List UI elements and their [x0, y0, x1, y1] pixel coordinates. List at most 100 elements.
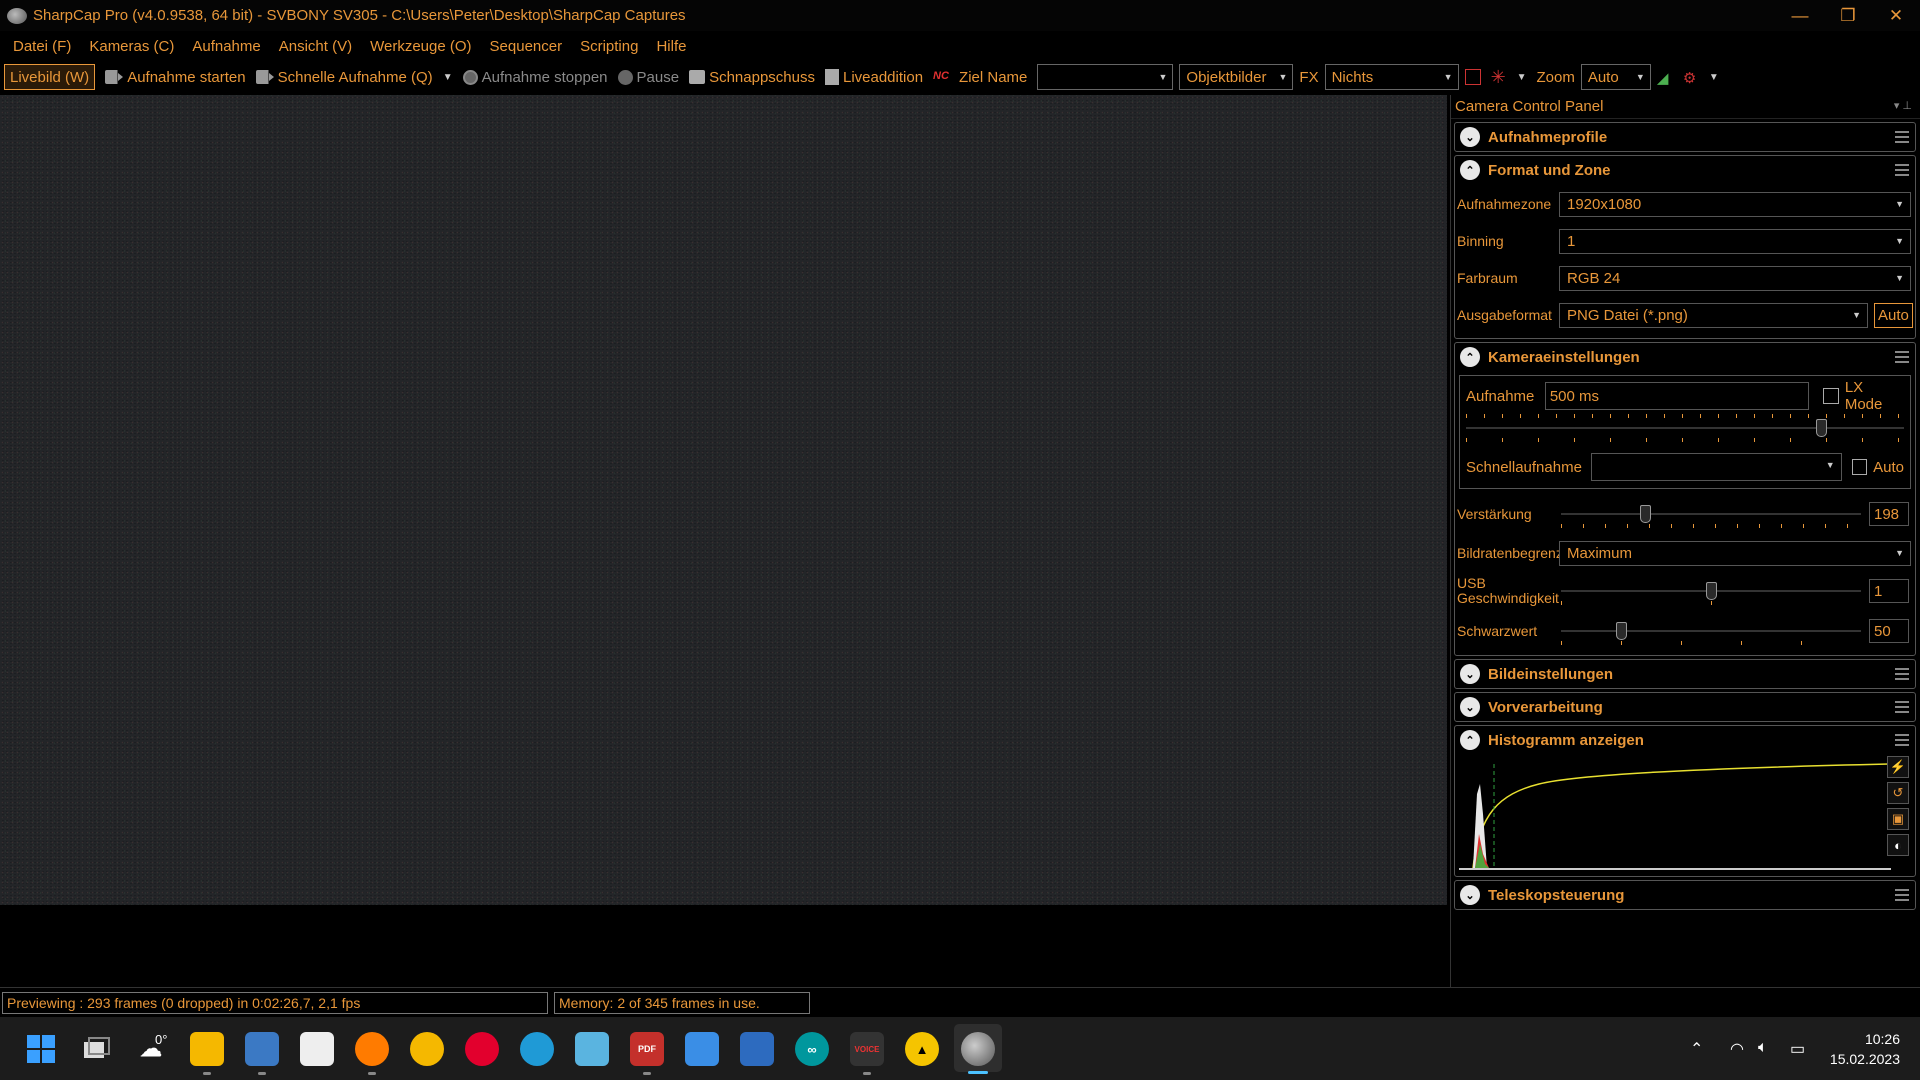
- usb-speed-value[interactable]: 1: [1869, 579, 1909, 603]
- contrast-icon[interactable]: ◐: [1887, 834, 1909, 856]
- live-stack-button[interactable]: Liveaddition: [824, 64, 923, 90]
- menu-help[interactable]: Hilfe: [647, 38, 695, 55]
- black-level-slider-thumb[interactable]: [1616, 622, 1627, 640]
- chevron-down-icon[interactable]: ▼: [443, 72, 453, 83]
- gain-value[interactable]: 198: [1869, 502, 1909, 526]
- pin-icon[interactable]: ▾ ⊥: [1894, 99, 1912, 112]
- histogram-view[interactable]: ⚡ ↺ ▣ ◐: [1459, 754, 1911, 872]
- colorspace-dropdown[interactable]: RGB 24 ▼: [1559, 266, 1911, 291]
- battery-icon[interactable]: ▭: [1790, 1039, 1805, 1059]
- windows-start-icon[interactable]: [24, 1032, 58, 1066]
- hamburger-menu-icon[interactable]: [1895, 131, 1909, 143]
- expand-icon[interactable]: ⌄: [1460, 664, 1480, 684]
- arduino-icon[interactable]: ∞: [795, 1032, 829, 1066]
- hamburger-menu-icon[interactable]: [1895, 668, 1909, 680]
- target-name-button[interactable]: NC Ziel Name: [933, 64, 1027, 90]
- chevron-up-icon[interactable]: ⌃: [1690, 1039, 1703, 1059]
- minimize-button[interactable]: —: [1776, 0, 1824, 31]
- usb-speed-slider-thumb[interactable]: [1706, 582, 1717, 600]
- output-auto-button[interactable]: Auto: [1874, 303, 1913, 328]
- selection-area-icon[interactable]: [1464, 69, 1481, 85]
- exposure-slider-thumb[interactable]: [1815, 419, 1827, 437]
- firefox-icon[interactable]: [355, 1032, 389, 1066]
- live-view-button[interactable]: Livebild (W): [4, 64, 96, 90]
- collapse-icon[interactable]: ⌃: [1460, 347, 1480, 367]
- expand-icon[interactable]: ⌄: [1460, 697, 1480, 717]
- section-header[interactable]: ⌄ Vorverarbeitung: [1455, 693, 1915, 721]
- menu-scripting[interactable]: Scripting: [571, 38, 647, 55]
- crosshair-icon[interactable]: ✳: [1491, 68, 1507, 86]
- remote-desktop-icon[interactable]: [740, 1032, 774, 1066]
- chevron-down-icon[interactable]: ▼: [1517, 72, 1527, 83]
- object-images-dropdown[interactable]: Objektbilder ▼: [1179, 64, 1294, 90]
- framerate-dropdown[interactable]: Maximum ▼: [1559, 540, 1911, 566]
- section-header[interactable]: ⌄ Bildeinstellungen: [1455, 660, 1915, 688]
- speaker-icon[interactable]: 🔈︎: [1758, 1039, 1768, 1057]
- reset-icon[interactable]: ↺: [1887, 782, 1909, 804]
- restore-button[interactable]: ❐: [1824, 0, 1872, 31]
- menu-view[interactable]: Ansicht (V): [270, 38, 361, 55]
- menu-cameras[interactable]: Kameras (C): [80, 38, 183, 55]
- pause-button[interactable]: Pause: [617, 64, 679, 90]
- gain-slider[interactable]: [1561, 504, 1861, 528]
- hamburger-menu-icon[interactable]: [1895, 701, 1909, 713]
- hamburger-menu-icon[interactable]: [1895, 734, 1909, 746]
- black-level-value[interactable]: 50: [1869, 619, 1909, 643]
- fx-dropdown[interactable]: Nichts ▼: [1324, 64, 1459, 90]
- collapse-icon[interactable]: ⌃: [1460, 160, 1480, 180]
- app-icon[interactable]: [575, 1032, 609, 1066]
- hamburger-menu-icon[interactable]: [1895, 889, 1909, 901]
- opera-icon[interactable]: [465, 1032, 499, 1066]
- chevron-down-icon[interactable]: ▼: [1709, 72, 1719, 83]
- task-view-icon[interactable]: [80, 1032, 114, 1066]
- sharpcap-taskbar-icon[interactable]: [961, 1032, 995, 1066]
- edge-icon[interactable]: [520, 1032, 554, 1066]
- menu-capture[interactable]: Aufnahme: [183, 38, 269, 55]
- voicemeeter-icon[interactable]: VOICE: [850, 1032, 884, 1066]
- gain-slider-thumb[interactable]: [1640, 505, 1651, 523]
- lx-mode-checkbox[interactable]: [1823, 388, 1839, 404]
- quick-auto-checkbox[interactable]: [1851, 459, 1868, 475]
- section-header[interactable]: ⌄ Teleskopsteuerung: [1455, 881, 1915, 909]
- binning-dropdown[interactable]: 1 ▼: [1559, 229, 1911, 254]
- black-level-slider[interactable]: [1561, 621, 1861, 645]
- capture-zone-dropdown[interactable]: 1920x1080 ▼: [1559, 192, 1911, 217]
- snapshot-button[interactable]: Schnappschuss: [689, 64, 815, 90]
- quick-capture-dropdown[interactable]: ▼: [1591, 453, 1842, 481]
- expand-icon[interactable]: ⌄: [1460, 127, 1480, 147]
- target-name-dropdown[interactable]: ▼: [1037, 64, 1174, 90]
- hamburger-menu-icon[interactable]: [1895, 351, 1909, 363]
- zoom-dropdown[interactable]: Auto ▼: [1580, 64, 1651, 90]
- section-header[interactable]: ⌃ Histogramm anzeigen: [1455, 726, 1915, 754]
- save-icon[interactable]: ▣: [1887, 808, 1909, 830]
- exposure-slider[interactable]: [1466, 414, 1904, 442]
- pdf-editor-icon[interactable]: PDF: [630, 1032, 664, 1066]
- notepad-icon[interactable]: [685, 1032, 719, 1066]
- exposure-input[interactable]: 500 ms: [1544, 382, 1810, 410]
- start-capture-button[interactable]: Aufnahme starten: [105, 64, 246, 90]
- quick-capture-button[interactable]: Schnelle Aufnahme (Q) ▼: [255, 64, 453, 90]
- histogram-stretch-icon[interactable]: ◢: [1657, 69, 1673, 87]
- expand-icon[interactable]: ⌄: [1460, 885, 1480, 905]
- collapse-icon[interactable]: ⌃: [1460, 730, 1480, 750]
- section-header[interactable]: ⌄ Aufnahmeprofile: [1455, 123, 1915, 151]
- microsoft-store-icon[interactable]: [300, 1032, 334, 1066]
- stop-capture-button[interactable]: Aufnahme stoppen: [462, 64, 608, 90]
- menu-tools[interactable]: Werkzeuge (O): [361, 38, 480, 55]
- section-header[interactable]: ⌃ Format und Zone: [1455, 156, 1915, 184]
- wifi-icon[interactable]: ◠: [1730, 1039, 1744, 1059]
- file-explorer-icon[interactable]: [190, 1032, 224, 1066]
- hamburger-menu-icon[interactable]: [1895, 164, 1909, 176]
- menu-sequencer[interactable]: Sequencer: [481, 38, 572, 55]
- output-format-dropdown[interactable]: PNG Datei (*.png) ▼: [1559, 303, 1868, 328]
- app-warning-icon[interactable]: ▲: [905, 1032, 939, 1066]
- section-header[interactable]: ⌃ Kameraeinstellungen: [1455, 343, 1915, 371]
- close-button[interactable]: ✕: [1872, 0, 1920, 31]
- settings-gear-icon[interactable]: ⚙: [1683, 69, 1699, 87]
- menu-file[interactable]: Datei (F): [4, 38, 80, 55]
- usb-speed-slider[interactable]: [1561, 581, 1861, 605]
- browser-app-icon[interactable]: [410, 1032, 444, 1066]
- system-clock[interactable]: 10:26 15.02.2023: [1830, 1029, 1900, 1069]
- performance-monitor-icon[interactable]: [245, 1032, 279, 1066]
- camera-preview-image[interactable]: [0, 95, 1447, 905]
